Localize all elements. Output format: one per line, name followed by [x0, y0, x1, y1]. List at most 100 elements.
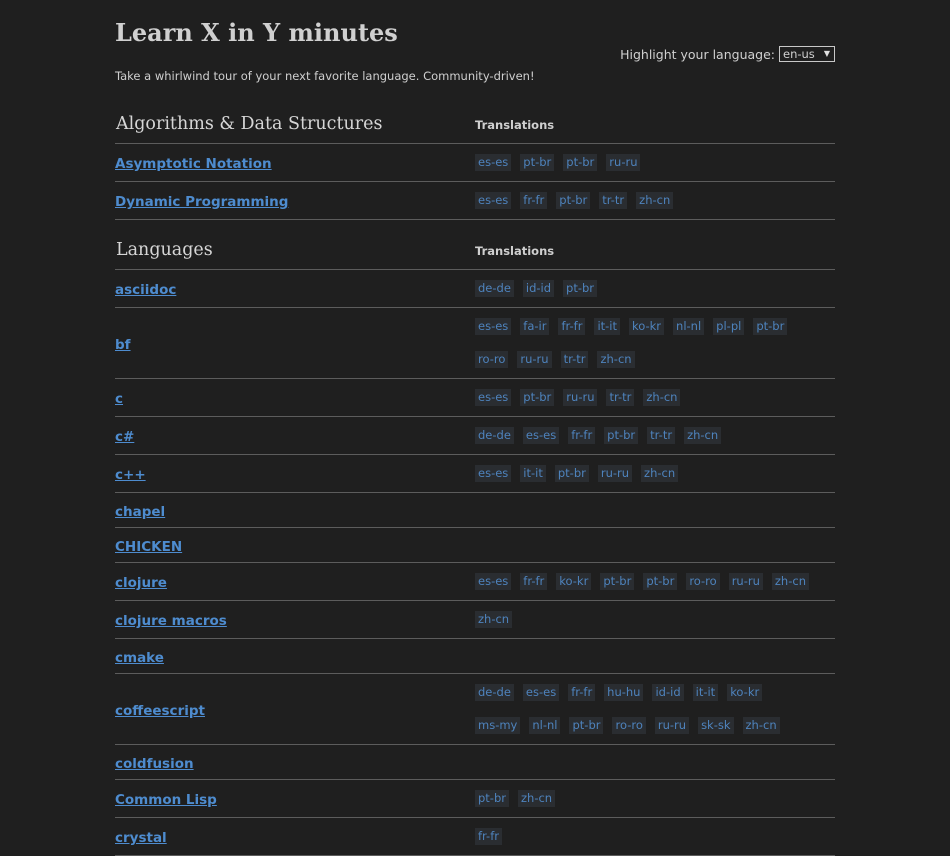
article-row: cmake: [115, 639, 835, 674]
translations-cell: [475, 760, 820, 764]
translation-link[interactable]: pt-br: [600, 573, 635, 590]
translation-link[interactable]: id-id: [522, 280, 555, 297]
translation-link[interactable]: pt-br: [643, 573, 678, 590]
translation-link[interactable]: es-es: [475, 573, 512, 590]
translations-cell: es-es fa-ir fr-fr it-it ko-kr nl-nl pl-pl pt-br…: [475, 308, 820, 378]
translation-link[interactable]: fr-fr: [520, 573, 548, 590]
translation-link[interactable]: ru-ru: [563, 389, 598, 406]
translation-link[interactable]: zh-cn: [475, 611, 513, 628]
translation-link[interactable]: ru-ru: [654, 717, 690, 734]
translation-link[interactable]: ko-kr: [629, 318, 665, 335]
translation-link[interactable]: ru-ru: [597, 465, 633, 482]
translation-link[interactable]: tr-tr: [647, 427, 676, 444]
article-link[interactable]: cmake: [115, 650, 164, 666]
translation-link[interactable]: ko-kr: [727, 684, 763, 701]
translation-link[interactable]: es-es: [522, 684, 560, 701]
article-row: Asymptotic Notation es-es pt-br pt-br ru-ru: [115, 144, 835, 182]
highlight-language-control: Highlight your language: en-us ▼: [620, 46, 835, 62]
article-link[interactable]: Asymptotic Notation: [115, 156, 272, 172]
translation-link[interactable]: zh-cn: [742, 717, 780, 734]
article-row: Dynamic Programming es-es fr-fr pt-br tr-tr z…: [115, 182, 835, 220]
translation-link[interactable]: ro-ro: [612, 717, 646, 734]
article-link[interactable]: c: [115, 391, 123, 407]
translations-cell: es-es fr-fr pt-br tr-tr zh-cn: [475, 182, 820, 219]
translation-link[interactable]: pt-br: [563, 154, 598, 171]
translation-link[interactable]: de-de: [475, 280, 514, 297]
translations-cell: [475, 543, 820, 547]
translation-link[interactable]: pt-br: [604, 427, 639, 444]
translation-link[interactable]: it-it: [520, 465, 546, 482]
translation-link[interactable]: ru-ru: [517, 351, 552, 368]
translation-link[interactable]: tr-tr: [606, 389, 635, 406]
article-row: bf es-es fa-ir fr-fr it-it ko-kr nl-nl pl-pl pt-…: [115, 308, 835, 379]
article-link[interactable]: asciidoc: [115, 282, 176, 298]
translation-link[interactable]: zh-cn: [641, 465, 679, 482]
article-link[interactable]: bf: [115, 337, 131, 353]
translation-link[interactable]: fr-fr: [520, 192, 548, 209]
translation-link[interactable]: fa-ir: [520, 318, 550, 335]
translation-link[interactable]: nl-nl: [673, 318, 705, 335]
translation-link[interactable]: pt-br: [569, 717, 604, 734]
section-languages: Languages Translations asciidoc de-de id-i…: [115, 234, 835, 856]
article-link[interactable]: CHICKEN: [115, 539, 182, 555]
translation-link[interactable]: it-it: [594, 318, 620, 335]
translation-link[interactable]: zh-cn: [636, 192, 674, 209]
article-link[interactable]: Common Lisp: [115, 792, 217, 808]
dropdown-arrow-icon: ▼: [823, 49, 830, 58]
translation-link[interactable]: pt-br: [753, 318, 788, 335]
translation-link[interactable]: ms-my: [475, 717, 521, 734]
translation-link[interactable]: zh-cn: [684, 427, 722, 444]
article-list: Asymptotic Notation es-es pt-br pt-br ru-ru D…: [115, 144, 835, 220]
translation-link[interactable]: es-es: [475, 318, 512, 335]
translation-link[interactable]: zh-cn: [597, 351, 635, 368]
article-name-cell: Asymptotic Notation: [115, 153, 475, 172]
translation-link[interactable]: sk-sk: [698, 717, 734, 734]
translation-link[interactable]: zh-cn: [518, 790, 556, 807]
translation-link[interactable]: ro-ro: [686, 573, 720, 590]
translation-link[interactable]: fr-fr: [568, 684, 596, 701]
translation-link[interactable]: de-de: [475, 427, 514, 444]
article-link[interactable]: Dynamic Programming: [115, 194, 288, 210]
translation-link[interactable]: pt-br: [563, 280, 598, 297]
language-select[interactable]: en-us ▼: [779, 46, 835, 62]
translation-link[interactable]: zh-cn: [643, 389, 681, 406]
article-link[interactable]: c++: [115, 467, 146, 483]
translation-link[interactable]: fr-fr: [568, 427, 596, 444]
section-title: Algorithms & Data Structures: [116, 114, 383, 134]
translation-link[interactable]: hu-hu: [604, 684, 644, 701]
article-link[interactable]: clojure macros: [115, 613, 227, 629]
translation-link[interactable]: pt-br: [554, 465, 589, 482]
article-link[interactable]: clojure: [115, 575, 167, 591]
translation-link[interactable]: es-es: [475, 465, 512, 482]
translation-link[interactable]: pl-pl: [713, 318, 745, 335]
translations-cell: es-es fr-fr ko-kr pt-br pt-br ro-ro ru-ru zh-cn: [475, 563, 820, 600]
article-link[interactable]: c#: [115, 429, 134, 445]
translation-link[interactable]: de-de: [475, 684, 514, 701]
translation-link[interactable]: ru-ru: [728, 573, 763, 590]
translation-link[interactable]: zh-cn: [771, 573, 809, 590]
article-name-cell: cmake: [115, 647, 475, 666]
translation-link[interactable]: fr-fr: [558, 318, 586, 335]
translation-link[interactable]: it-it: [692, 684, 719, 701]
translation-link[interactable]: pt-br: [520, 389, 555, 406]
article-link[interactable]: coffeescript: [115, 703, 205, 719]
translation-link[interactable]: nl-nl: [529, 717, 561, 734]
translation-link[interactable]: ru-ru: [606, 154, 641, 171]
article-link[interactable]: crystal: [115, 830, 167, 846]
translation-link[interactable]: pt-br: [475, 790, 509, 807]
translation-link[interactable]: id-id: [652, 684, 684, 701]
translation-link[interactable]: tr-tr: [560, 351, 589, 368]
translation-link[interactable]: es-es: [475, 154, 512, 171]
tagline: Take a whirlwind tour of your next favor…: [115, 69, 535, 83]
translation-link[interactable]: es-es: [475, 389, 512, 406]
translation-link[interactable]: pt-br: [520, 154, 555, 171]
translation-link[interactable]: ko-kr: [556, 573, 592, 590]
article-link[interactable]: coldfusion: [115, 756, 194, 772]
translation-link[interactable]: es-es: [522, 427, 560, 444]
translation-link[interactable]: pt-br: [556, 192, 591, 209]
article-list: asciidoc de-de id-id pt-br bf es-es fa-ir fr-fr…: [115, 270, 835, 856]
translation-link[interactable]: ro-ro: [475, 351, 509, 368]
translation-link[interactable]: tr-tr: [599, 192, 628, 209]
article-link[interactable]: chapel: [115, 504, 165, 520]
translation-link[interactable]: es-es: [475, 192, 512, 209]
